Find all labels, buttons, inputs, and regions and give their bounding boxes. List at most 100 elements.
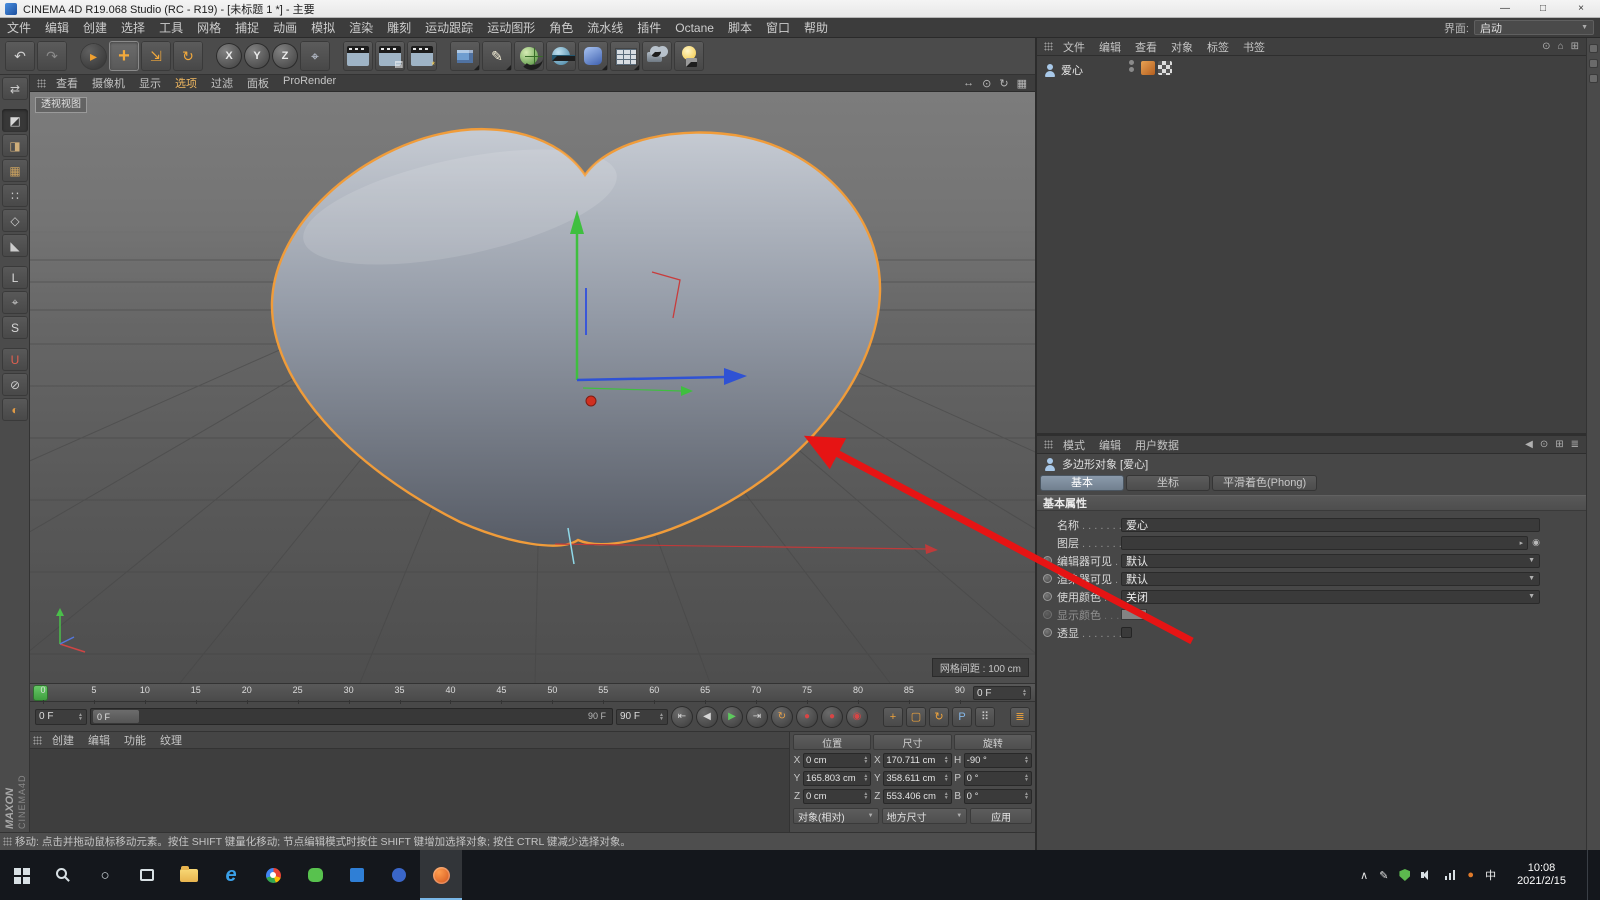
primitive-cube-button[interactable] (450, 41, 480, 71)
view-label[interactable]: 透视视图 (35, 97, 87, 113)
stepper-icon[interactable] (944, 792, 949, 800)
viewport-menu-1[interactable]: 摄像机 (85, 75, 132, 91)
object-state-tag-icon[interactable] (1141, 61, 1155, 75)
stepper-icon[interactable] (863, 774, 868, 782)
clone-array-button[interactable] (610, 41, 640, 71)
material-menu-0[interactable]: 创建 (45, 732, 81, 748)
material-menu-2[interactable]: 功能 (117, 732, 153, 748)
editor-visibility-dot[interactable] (1129, 60, 1134, 65)
timeline-options-button[interactable]: ≣ (1010, 707, 1030, 727)
autokey-button[interactable]: ● (821, 706, 843, 728)
attribute-field-2[interactable]: 默认▼ (1121, 554, 1540, 568)
om-menu-0[interactable]: 文件 (1056, 39, 1092, 55)
deformer-button[interactable] (578, 41, 608, 71)
menubar-item-1[interactable]: 编辑 (38, 19, 76, 36)
viewport-canvas[interactable]: 透视视图 网格间距 : 100 cm (30, 92, 1035, 683)
uv-mode-icon[interactable]: ▦ (2, 159, 28, 182)
menubar-item-9[interactable]: 渲染 (342, 19, 380, 36)
coord-field-1-2[interactable]: 0 ° (964, 771, 1032, 786)
menubar-item-3[interactable]: 选择 (114, 19, 152, 36)
loop-button[interactable]: ↻ (771, 706, 793, 728)
menubar-item-0[interactable]: 文件 (0, 19, 38, 36)
menubar-item-11[interactable]: 运动跟踪 (418, 19, 480, 36)
om-menu-3[interactable]: 对象 (1164, 39, 1200, 55)
material-menu-3[interactable]: 纹理 (153, 732, 189, 748)
stepper-icon[interactable] (659, 713, 664, 721)
coord-size-select[interactable]: 地方尺寸 (882, 808, 968, 824)
coord-field-2-1[interactable]: 553.406 cm (883, 789, 951, 804)
viewport-menu-6[interactable]: ProRender (276, 75, 343, 91)
row-state-toggle[interactable] (1043, 592, 1052, 601)
end-frame-field[interactable]: 90 F (616, 709, 668, 725)
dock-tab-icon[interactable] (1589, 44, 1598, 53)
checkbox[interactable] (1121, 627, 1132, 638)
coord-field-1-1[interactable]: 358.611 cm (883, 771, 951, 786)
drag-handle-icon[interactable] (1044, 42, 1053, 51)
range-slider-thumb[interactable]: 0 F (93, 710, 139, 723)
am-dock-icon[interactable]: ◀ (1525, 439, 1533, 450)
stepper-icon[interactable] (863, 756, 868, 764)
drag-handle-icon[interactable] (33, 736, 42, 745)
view-zoom-icon[interactable]: ⊙ (982, 77, 991, 90)
viewport-menu-3[interactable]: 选项 (168, 75, 204, 91)
object-name[interactable]: 爱心 (1061, 62, 1083, 78)
record-keyframe-button[interactable]: ● (796, 706, 818, 728)
keyframe-selection-button[interactable]: ◉ (846, 706, 868, 728)
model-mode-icon[interactable]: ◩ (2, 109, 28, 132)
tray-chevron-icon[interactable]: ∧ (1360, 869, 1368, 882)
goto-end-button[interactable]: ⇥ (746, 706, 768, 728)
search-button[interactable] (42, 850, 84, 900)
menubar-item-6[interactable]: 捕捉 (228, 19, 266, 36)
om-menu-2[interactable]: 查看 (1128, 39, 1164, 55)
am-menu-icon[interactable]: ≣ (1571, 439, 1579, 450)
drag-handle-icon[interactable] (3, 837, 12, 846)
visibility-dots[interactable] (1129, 60, 1134, 72)
menubar-item-10[interactable]: 雕刻 (380, 19, 418, 36)
undo-icon[interactable]: ↶ (5, 41, 35, 71)
apply-button[interactable]: 应用 (970, 808, 1032, 824)
record-pla-toggle[interactable]: ⠿ (975, 707, 995, 727)
coord-field-0-0[interactable]: 0 cm (803, 753, 871, 768)
stepper-icon[interactable] (1024, 792, 1029, 800)
workplane-icon[interactable]: ◐ (2, 398, 28, 421)
menubar-item-18[interactable]: 窗口 (759, 19, 797, 36)
move-tool[interactable]: + (109, 41, 139, 71)
stepper-icon[interactable] (1024, 774, 1029, 782)
render-visibility-dot[interactable] (1129, 67, 1134, 72)
am-menu-2[interactable]: 用户数据 (1128, 437, 1186, 453)
stepper-icon[interactable] (1022, 689, 1027, 697)
texture-mode-icon[interactable]: ◨ (2, 134, 28, 157)
light-object-button[interactable] (674, 41, 704, 71)
attribute-field-1[interactable]: ▸ (1121, 536, 1528, 550)
menubar-item-4[interactable]: 工具 (152, 19, 190, 36)
edges-mode-icon[interactable]: ◇ (2, 209, 28, 232)
task-view-button[interactable] (126, 850, 168, 900)
coordinate-system-button[interactable]: ⌖ (300, 41, 330, 71)
row-state-toggle[interactable] (1043, 628, 1052, 637)
am-menu-0[interactable]: 模式 (1056, 437, 1092, 453)
view-maximize-icon[interactable]: ▦ (1017, 77, 1027, 90)
row-state-toggle[interactable] (1043, 556, 1052, 565)
render-view-button[interactable] (343, 41, 373, 71)
coord-mode-select[interactable]: 对象(相对) (793, 808, 879, 824)
am-search-icon[interactable]: ⊙ (1540, 439, 1548, 450)
current-frame-field[interactable]: 0 F (35, 709, 87, 725)
redo-icon[interactable]: ↷ (37, 41, 67, 71)
om-search-icon[interactable]: ⊙ (1542, 41, 1550, 52)
prev-frame-button[interactable]: ◀ (696, 706, 718, 728)
browser-app[interactable] (252, 850, 294, 900)
am-menu-1[interactable]: 编辑 (1092, 437, 1128, 453)
scale-tool[interactable]: ⇲ (141, 41, 171, 71)
camera-object-button[interactable] (642, 41, 672, 71)
ime-indicator[interactable]: 中 (1485, 867, 1496, 883)
tray-pen-icon[interactable]: ✎ (1379, 869, 1388, 882)
record-rotation-toggle[interactable]: ↻ (929, 707, 949, 727)
stepper-icon[interactable] (1024, 756, 1029, 764)
interface-select[interactable]: 启动 ▼ (1474, 20, 1594, 35)
cinema4d-app[interactable] (420, 850, 462, 900)
snap-icon[interactable]: U (2, 348, 28, 371)
solo-mode-icon[interactable]: S (2, 316, 28, 339)
maximize-button[interactable]: □ (1524, 0, 1562, 17)
stepper-icon[interactable] (944, 774, 949, 782)
menubar-item-12[interactable]: 运动图形 (480, 19, 542, 36)
